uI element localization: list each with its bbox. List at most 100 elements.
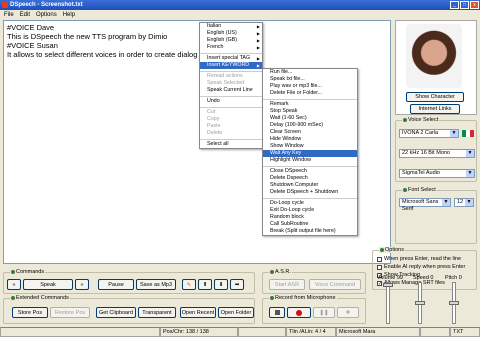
arrow-down-icon[interactable]: ⬇ [214,279,228,290]
menu-help[interactable]: Help [63,12,75,18]
menu-item[interactable]: Delay (100-900 mSec) [263,122,357,129]
extended-icon [11,295,15,300]
menu-item[interactable]: Stop Speak [263,108,357,115]
menu-item[interactable]: English (US) ▶ [200,30,262,37]
menu-item[interactable]: Insert KEYWORD ▶ [200,62,262,69]
restore-pos-button[interactable]: Restore Pos [50,307,90,318]
menu-item[interactable]: Hide Window [263,136,357,143]
menu-item[interactable]: French ▶ [200,44,262,51]
menu-file[interactable]: File [4,12,14,18]
menu-item-label: Speak txt file... [270,76,305,82]
menu-item[interactable]: Random block [263,214,357,221]
record-label: Record from Microphone [275,295,336,301]
transparent-button[interactable]: Transparent [138,307,176,318]
open-recent-button[interactable]: Open Recent [180,307,216,318]
menu-item-label: Copy [207,116,220,122]
menu-item[interactable]: Paste [200,123,262,130]
save-mp3-button[interactable]: Save as Mp3 [136,279,176,290]
status-voice: Microsoft Mara [336,327,420,337]
maximize-button[interactable]: □ [460,1,469,9]
menu-item[interactable]: Select all [200,141,262,148]
arrow-up-left-icon[interactable]: ⇖ [182,279,196,290]
menu-item-label: Run file... [270,69,293,75]
font-size-dropdown[interactable]: 12 ▼ [454,198,474,207]
option-ai-reply-checkbox[interactable]: Enable AI reply when press Enter [377,264,465,270]
menu-item[interactable]: Cut [200,109,262,116]
record-dot-icon [296,309,302,316]
menu-item[interactable]: Exit Do-Loop cycle [263,207,357,214]
menu-item[interactable]: Delete DSpeech + Shutdown [263,189,357,196]
arrow-right-icon[interactable]: ➡ [230,279,244,290]
menu-edit[interactable]: Edit [20,12,30,18]
menu-item[interactable]: Remark [263,101,357,108]
stop-record-button[interactable] [269,307,285,318]
menu-separator [200,69,262,72]
window-title: DSpeech - Screenshot.txt [10,2,83,8]
menu-item[interactable]: Undo [200,98,262,105]
menu-item[interactable]: Delete Dspeech [263,175,357,182]
menu-item[interactable]: Speak Current Line [200,87,262,94]
submenu-arrow-icon: ▶ [256,56,260,61]
font-name-dropdown[interactable]: Microsoft Sans Serif ▼ [399,198,451,212]
menu-item[interactable]: Clear Screen [263,129,357,136]
option-read-line-checkbox[interactable]: When press Enter, read the line [377,256,461,262]
audio-format-dropdown[interactable]: 22 kHz 16 Bit Mono ▼ [399,149,475,158]
internet-links-button[interactable]: Internet Links [410,104,460,114]
pitch-slider[interactable] [449,282,459,324]
menu-item[interactable]: Do-Loop cycle [263,200,357,207]
minimize-button[interactable]: _ [450,1,459,9]
menu-item[interactable]: Call SubRoutine [263,221,357,228]
arrow-up-icon[interactable]: ⬆ [198,279,212,290]
menu-item-label: Exit Do-Loop cycle [270,207,315,213]
menu-item[interactable]: Italian ▶ [200,23,262,30]
menu-item-label: Call SubRoutine [270,221,309,227]
show-character-button[interactable]: Show Character [406,92,464,102]
menu-item[interactable]: Delete File or Folder... [263,90,357,97]
menu-item[interactable]: Delete [200,130,262,137]
menu-item[interactable]: Show Window [263,143,357,150]
speak-button[interactable]: Speak [23,279,73,290]
play-record-button[interactable]: ✚ [337,307,359,318]
editor-line: It allows to select different voices in … [7,50,198,59]
menu-item-label: Close DSpeech [270,168,307,174]
get-clipboard-button[interactable]: Get Clipboard [96,307,136,318]
next-button[interactable]: » [75,279,89,290]
menu-item[interactable]: Wait (1-60 Sec) [263,115,357,122]
menu-options[interactable]: Options [36,12,57,18]
menu-item[interactable]: Close DSpeech [263,168,357,175]
start-asr-button[interactable]: Start ASR [269,279,305,290]
pause-button[interactable]: Pause [98,279,134,290]
volume-thumb[interactable] [383,283,393,287]
editor-line: This is DSpeech the new TTS program by D… [7,32,168,41]
menu-item-label: Insert KEYWORD [207,62,250,68]
menu-item[interactable]: Play wav or mp3 file... [263,83,357,90]
audio-device-dropdown[interactable]: SigmaTel Audio ▼ [399,169,475,178]
close-button[interactable]: x [470,1,479,9]
open-folder-button[interactable]: Open Folder [218,307,254,318]
character-panel: Show Character Internet Links [395,20,477,115]
menu-item[interactable]: Copy [200,116,262,123]
menu-item[interactable]: Highlight Window [263,157,357,164]
voice-command-button[interactable]: Voice Command [309,279,361,290]
volume-slider[interactable] [383,282,393,324]
speed-thumb[interactable] [415,301,425,305]
menu-item[interactable]: English (GB) ▶ [200,37,262,44]
menu-item-label: Reread actions [207,73,243,79]
voice-dropdown[interactable]: IVONA 2 Carla ▼ [399,129,459,138]
menu-item[interactable]: Speak txt file... [263,76,357,83]
pause-record-button[interactable]: ❚❚ [313,307,335,318]
menu-item[interactable]: Speak Selected [200,80,262,87]
menu-item[interactable]: Reread actions [200,73,262,80]
menu-item-label: English (GB) [207,37,238,43]
pitch-thumb[interactable] [449,301,459,305]
menu-item[interactable]: Run file... [263,69,357,76]
menu-item[interactable]: Shutdown Computer [263,182,357,189]
speed-slider[interactable] [415,282,425,324]
store-pos-button[interactable]: Store Pos [12,307,48,318]
menu-item[interactable]: Wait Any Key [263,150,357,157]
previous-button[interactable]: « [7,279,21,290]
voice-icon [403,117,407,122]
record-button[interactable] [287,307,311,318]
menu-item[interactable]: Break (Split output file here) [263,228,357,235]
menu-item[interactable]: Insert special TAG ▶ [200,55,262,62]
